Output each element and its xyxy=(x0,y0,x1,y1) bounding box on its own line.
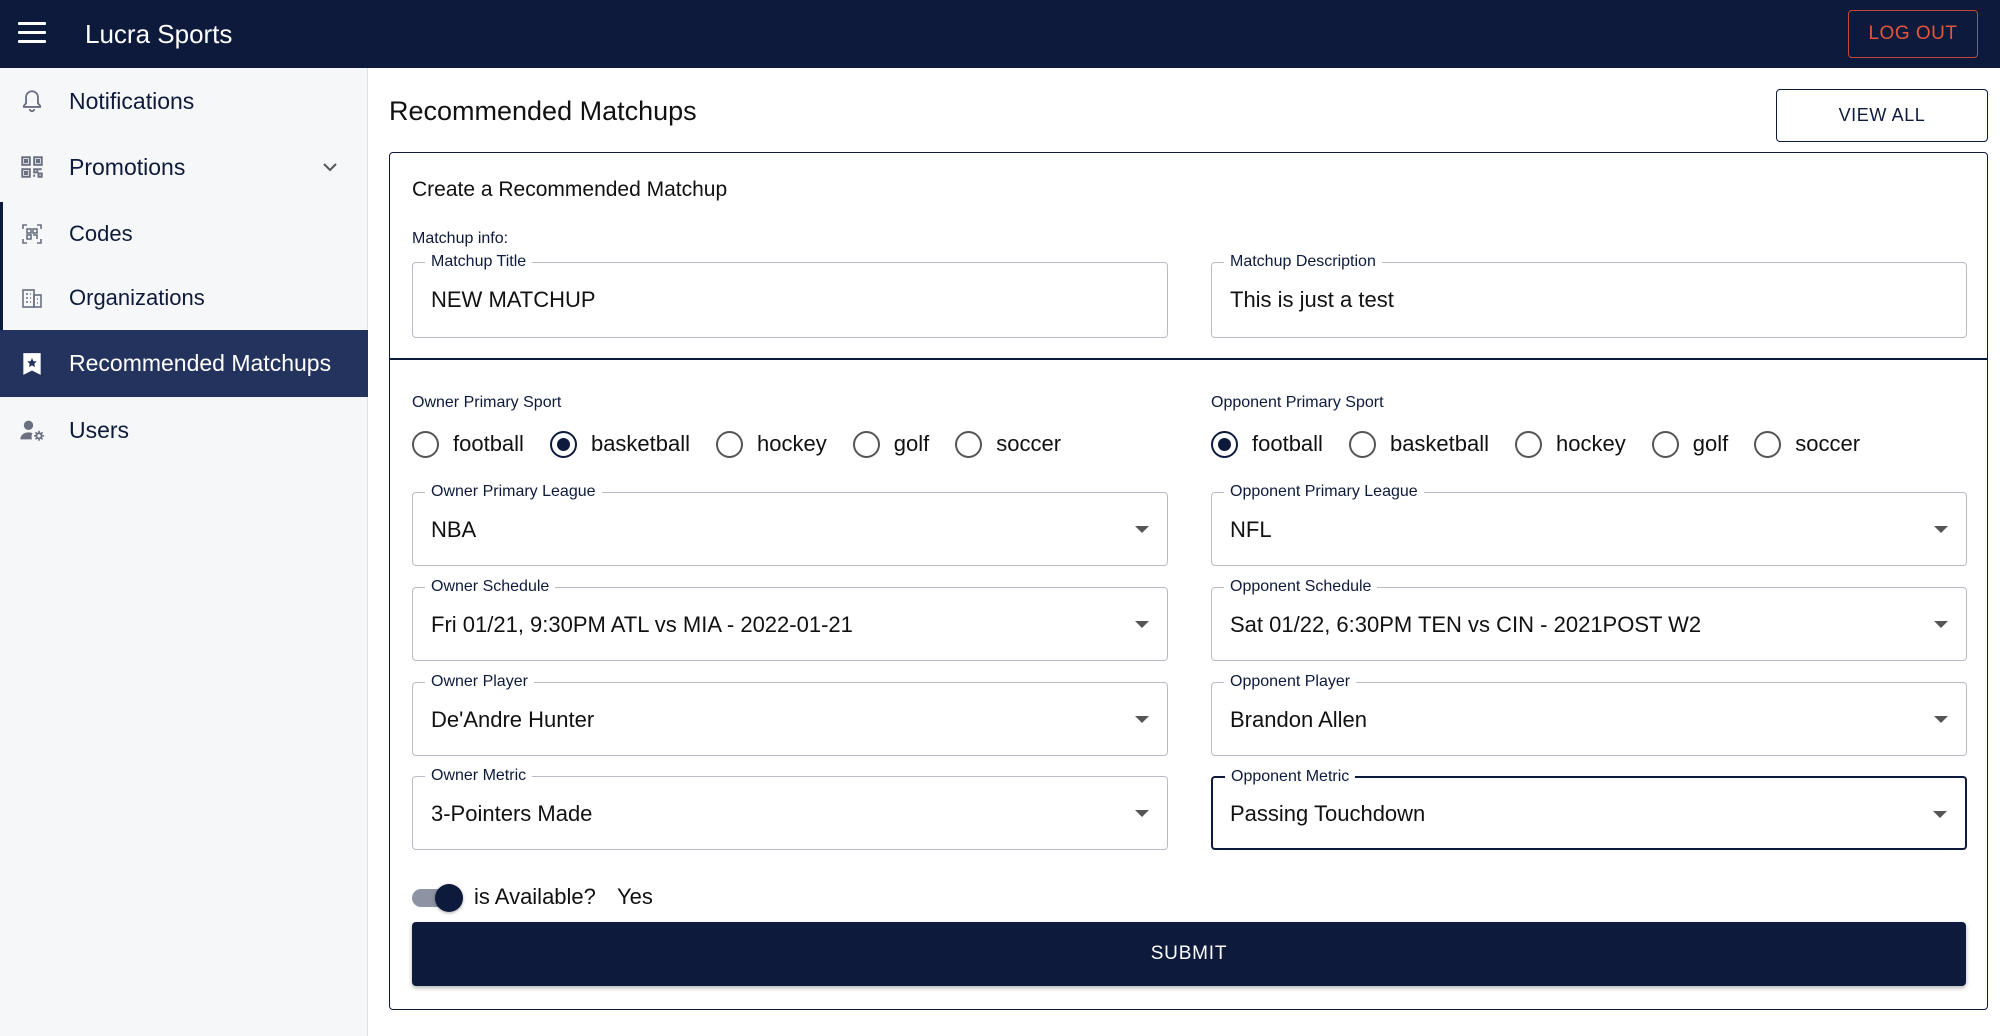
field-label: Owner Metric xyxy=(425,766,533,786)
dropdown-arrow-icon xyxy=(1934,526,1948,533)
divider xyxy=(389,358,1988,360)
field-label: Opponent Player xyxy=(1224,672,1357,692)
sidebar-item-label: Recommended Matchups xyxy=(69,350,332,376)
owner-sport-radio-group: football basketball hockey golf soccer xyxy=(412,428,1087,460)
field-label: Opponent Primary League xyxy=(1224,482,1424,502)
submit-button[interactable]: SUBMIT xyxy=(412,922,1966,986)
field-value: De'Andre Hunter xyxy=(431,707,595,732)
field-label: Opponent Schedule xyxy=(1224,577,1378,597)
building-icon xyxy=(18,284,46,312)
field-value: Sat 01/22, 6:30PM TEN vs CIN - 2021POST … xyxy=(1230,612,1702,637)
dropdown-arrow-icon xyxy=(1933,811,1947,818)
dropdown-arrow-icon xyxy=(1135,621,1149,628)
sidebar-item-label: Notifications xyxy=(69,87,195,114)
app-bar: Lucra Sports LOG OUT xyxy=(0,0,2000,68)
matchup-description-field[interactable]: Matchup Description This is just a test xyxy=(1211,252,1967,338)
opponent-sport-basketball-radio[interactable]: basketball xyxy=(1348,430,1489,458)
field-value: NFL xyxy=(1230,517,1272,542)
dropdown-arrow-icon xyxy=(1934,716,1948,723)
opponent-sport-hockey-radio[interactable]: hockey xyxy=(1515,430,1626,458)
sidebar-item-notifications[interactable]: Notifications xyxy=(0,68,368,134)
view-all-button[interactable]: VIEW ALL xyxy=(1776,89,1988,142)
opponent-sport-label: Opponent Primary Sport xyxy=(1211,394,1384,411)
page-title: Recommended Matchups xyxy=(389,96,697,126)
field-value: Fri 01/21, 9:30PM ATL vs MIA - 2022-01-2… xyxy=(431,612,853,637)
bell-icon xyxy=(18,87,46,115)
owner-sport-football-radio[interactable]: football xyxy=(412,430,524,458)
sidebar-item-users[interactable]: Users xyxy=(0,397,368,463)
field-value: 3-Pointers Made xyxy=(431,801,593,826)
field-value: This is just a test xyxy=(1230,287,1394,312)
logout-button[interactable]: LOG OUT xyxy=(1848,10,1978,58)
sidebar-item-recommended-matchups[interactable]: Recommended Matchups xyxy=(0,330,368,397)
qr-scan-icon xyxy=(18,220,46,248)
field-label: Owner Player xyxy=(425,672,534,692)
opponent-sport-radio-group: football basketball hockey golf soccer xyxy=(1211,428,1886,460)
menu-icon[interactable] xyxy=(18,22,46,46)
sidebar-item-promotions[interactable]: Promotions xyxy=(0,134,368,200)
owner-metric-select[interactable]: Owner Metric 3-Pointers Made xyxy=(412,766,1168,850)
sidebar-item-label: Promotions xyxy=(69,153,186,180)
owner-sport-label: Owner Primary Sport xyxy=(412,394,562,411)
field-value: Passing Touchdown xyxy=(1230,801,1426,826)
app-title: Lucra Sports xyxy=(85,19,233,49)
matchup-info-label: Matchup info: xyxy=(412,230,509,247)
availability-label: is Available? xyxy=(474,884,596,909)
form-title: Create a Recommended Matchup xyxy=(412,178,728,201)
dropdown-arrow-icon xyxy=(1934,621,1948,628)
owner-sport-basketball-radio[interactable]: basketball xyxy=(549,430,690,458)
owner-schedule-select[interactable]: Owner Schedule Fri 01/21, 9:30PM ATL vs … xyxy=(412,577,1168,661)
owner-player-select[interactable]: Owner Player De'Andre Hunter xyxy=(412,672,1168,756)
field-value: Brandon Allen xyxy=(1230,707,1367,732)
field-label: Matchup Description xyxy=(1224,252,1382,272)
owner-sport-golf-radio[interactable]: golf xyxy=(852,430,929,458)
star-badge-icon xyxy=(18,350,46,378)
field-label: Owner Primary League xyxy=(425,482,602,502)
sidebar-item-codes[interactable]: Codes xyxy=(0,202,368,266)
sidebar-item-organizations[interactable]: Organizations xyxy=(0,266,368,330)
availability-value: Yes xyxy=(617,884,653,909)
dropdown-arrow-icon xyxy=(1135,716,1149,723)
opponent-player-select[interactable]: Opponent Player Brandon Allen xyxy=(1211,672,1967,756)
owner-league-select[interactable]: Owner Primary League NBA xyxy=(412,482,1168,566)
opponent-metric-select[interactable]: Opponent Metric Passing Touchdown xyxy=(1211,767,1967,850)
opponent-league-select[interactable]: Opponent Primary League NFL xyxy=(1211,482,1967,566)
owner-sport-soccer-radio[interactable]: soccer xyxy=(955,430,1061,458)
field-value: NEW MATCHUP xyxy=(431,287,596,312)
sidebar-item-label: Users xyxy=(69,416,130,443)
sidebar-item-label: Codes xyxy=(69,221,133,246)
dropdown-arrow-icon xyxy=(1135,526,1149,533)
toggle-knob xyxy=(435,884,463,912)
opponent-sport-soccer-radio[interactable]: soccer xyxy=(1754,430,1860,458)
opponent-sport-football-radio[interactable]: football xyxy=(1211,430,1323,458)
opponent-schedule-select[interactable]: Opponent Schedule Sat 01/22, 6:30PM TEN … xyxy=(1211,577,1967,661)
sidebar-item-label: Organizations xyxy=(69,285,205,310)
dropdown-arrow-icon xyxy=(1135,810,1149,817)
user-settings-icon xyxy=(18,416,46,444)
field-label: Owner Schedule xyxy=(425,577,556,597)
owner-sport-hockey-radio[interactable]: hockey xyxy=(716,430,827,458)
opponent-sport-golf-radio[interactable]: golf xyxy=(1651,430,1728,458)
matchup-title-field[interactable]: Matchup Title NEW MATCHUP xyxy=(412,252,1168,338)
chevron-down-icon[interactable] xyxy=(320,157,340,177)
field-value: NBA xyxy=(431,517,477,542)
qr-code-icon xyxy=(18,153,46,181)
availability-toggle[interactable] xyxy=(412,882,464,912)
field-label: Opponent Metric xyxy=(1225,767,1356,787)
field-label: Matchup Title xyxy=(425,252,533,272)
